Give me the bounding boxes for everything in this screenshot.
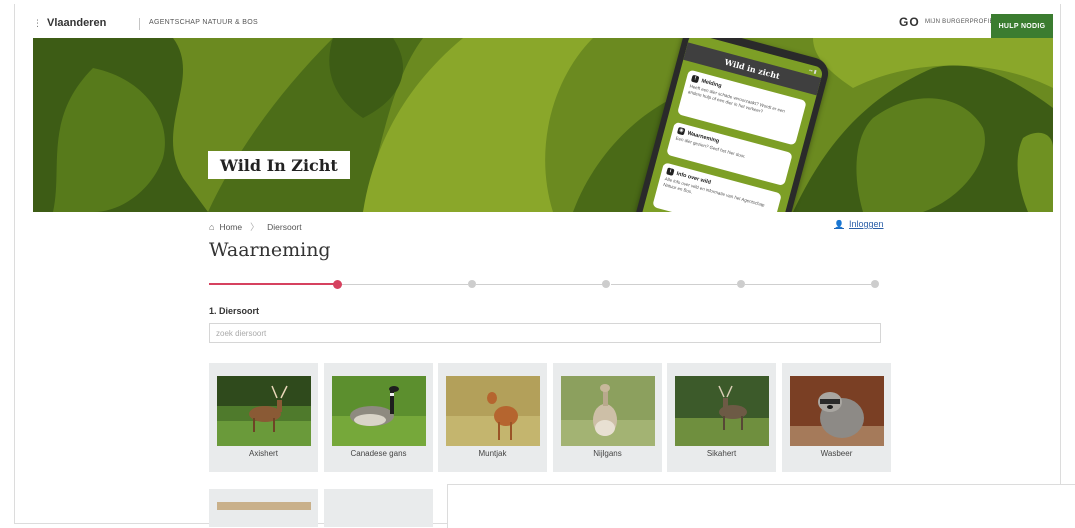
deer-photo-icon[interactable] bbox=[217, 376, 311, 446]
login-label[interactable]: Inloggen bbox=[849, 219, 884, 229]
divider bbox=[139, 18, 140, 30]
menu-grip-icon[interactable]: ⋮ bbox=[33, 18, 42, 29]
stepper-progress-line bbox=[209, 283, 334, 285]
animal-name[interactable]: Axishert bbox=[209, 449, 318, 458]
animal-name[interactable]: Canadese gans bbox=[324, 449, 433, 458]
progress-stepper bbox=[209, 278, 881, 290]
page-title: Waarneming bbox=[209, 239, 331, 261]
stepper-line bbox=[611, 283, 737, 285]
organization-name[interactable]: AGENTSCHAP NATUUR & BOS bbox=[149, 19, 258, 26]
egyptian-goose-photo-icon[interactable] bbox=[561, 376, 655, 446]
animal-tile[interactable] bbox=[324, 489, 433, 527]
sika-deer-photo-icon[interactable] bbox=[675, 376, 769, 446]
burgerprofiel-link[interactable]: MIJN BURGERPROFIEL bbox=[925, 19, 997, 25]
hero-background bbox=[33, 38, 1053, 212]
animal-tile-muntjak[interactable]: Muntjak bbox=[438, 363, 547, 472]
animal-name[interactable]: Wasbeer bbox=[782, 449, 891, 458]
binoculars-icon: ◉ bbox=[676, 126, 686, 136]
burgerprofiel-icon[interactable]: GO bbox=[899, 15, 920, 29]
animal-photo-icon[interactable] bbox=[217, 502, 311, 510]
goose-photo-icon[interactable] bbox=[332, 376, 426, 446]
info-icon: i bbox=[666, 167, 675, 176]
animal-tile-wasbeer[interactable]: Wasbeer bbox=[782, 363, 891, 472]
hero-title: Wild In Zicht bbox=[208, 151, 350, 179]
raccoon-photo-icon[interactable] bbox=[790, 376, 884, 446]
window-overlap bbox=[447, 484, 1075, 528]
breadcrumb-home[interactable]: Home bbox=[219, 222, 242, 232]
species-search-input[interactable] bbox=[209, 323, 881, 343]
step-5-dot[interactable] bbox=[871, 280, 879, 288]
step-4-dot[interactable] bbox=[737, 280, 745, 288]
stepper-line bbox=[745, 283, 871, 285]
step-2-dot[interactable] bbox=[468, 280, 476, 288]
user-icon[interactable]: 👤 bbox=[834, 220, 844, 229]
step-label: 1. Diersoort bbox=[209, 306, 260, 316]
stepper-line bbox=[476, 283, 603, 285]
chevron-right-icon: 〉 bbox=[250, 222, 260, 232]
muntjac-photo-icon[interactable] bbox=[446, 376, 540, 446]
animal-name[interactable]: Muntjak bbox=[438, 449, 547, 458]
top-bar: ⋮ Vlaanderen AGENTSCHAP NATUUR & BOS GO … bbox=[33, 14, 1053, 38]
animal-name[interactable]: Sikahert bbox=[667, 449, 776, 458]
step-3-dot[interactable] bbox=[602, 280, 610, 288]
help-button[interactable]: HULP NODIG bbox=[991, 14, 1053, 38]
animal-tile-nijlgans[interactable]: Nijlgans bbox=[553, 363, 662, 472]
hero-banner: Wild In Zicht ▪▪ ▮ Wild in zicht ! Meldin… bbox=[33, 38, 1053, 212]
breadcrumb-current: Diersoort bbox=[267, 221, 302, 232]
step-1-dot[interactable] bbox=[333, 279, 342, 289]
home-icon[interactable]: ⌂ bbox=[209, 222, 214, 232]
breadcrumb: ⌂ Home 〉 Diersoort bbox=[209, 220, 302, 233]
animal-tile-axishert[interactable]: Axishert bbox=[209, 363, 318, 472]
stepper-line bbox=[342, 283, 468, 285]
animal-tile-sikahert[interactable]: Sikahert bbox=[667, 363, 776, 472]
alert-icon: ! bbox=[690, 74, 700, 84]
animal-tile[interactable] bbox=[209, 489, 318, 527]
animal-tile-canadese-gans[interactable]: Canadese gans bbox=[324, 363, 433, 472]
login-link[interactable]: 👤 Inloggen bbox=[834, 219, 884, 229]
brand-name[interactable]: Vlaanderen bbox=[47, 17, 106, 29]
animal-name[interactable]: Nijlgans bbox=[553, 449, 662, 458]
